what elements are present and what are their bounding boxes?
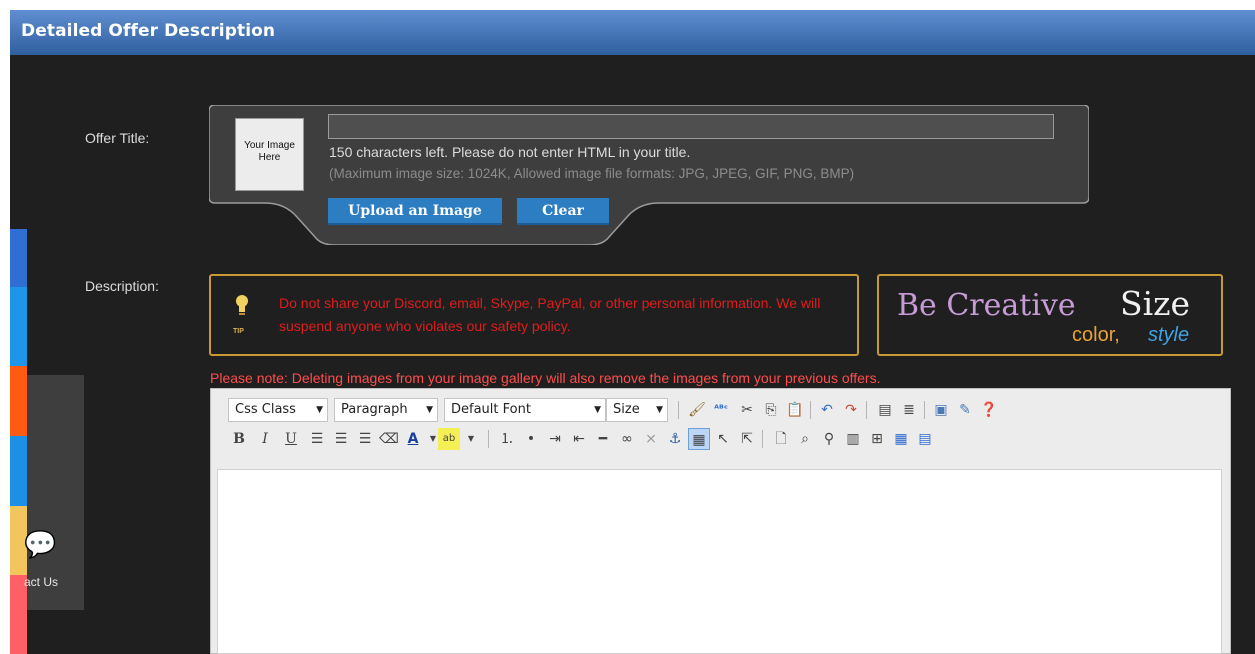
- section-title: Detailed Offer Description: [21, 21, 276, 41]
- align-center-icon[interactable]: ☰: [330, 428, 352, 450]
- indent-icon[interactable]: ⇥: [544, 428, 566, 450]
- be-creative-banner: Be Creative Size color, style: [877, 274, 1223, 356]
- align-right-icon[interactable]: ☰: [354, 428, 376, 450]
- chevron-down-icon: ▼: [656, 405, 663, 415]
- insert-image-icon[interactable]: ▣: [930, 399, 952, 421]
- paragraph-select[interactable]: Paragraph ▼: [334, 398, 438, 422]
- be-creative-text: Be Creative: [897, 288, 1076, 323]
- paste-icon[interactable]: 📋: [784, 399, 806, 421]
- copy-icon[interactable]: ⎘: [760, 399, 782, 421]
- style-text: style: [1148, 324, 1190, 346]
- unlink-icon[interactable]: ⨯: [640, 428, 662, 450]
- pointer-icon[interactable]: ⇱: [736, 428, 758, 450]
- find-replace-icon[interactable]: ⚲: [818, 428, 840, 450]
- preview-icon[interactable]: ⌕: [794, 428, 816, 450]
- left-edge: [0, 10, 10, 654]
- clear-button[interactable]: Clear: [517, 198, 609, 225]
- chevron-down-icon: ▼: [316, 405, 323, 415]
- offer-title-input[interactable]: [328, 114, 1054, 139]
- insert-table-icon[interactable]: ▦: [890, 428, 912, 450]
- unordered-list-icon[interactable]: •: [520, 428, 542, 450]
- css-class-select[interactable]: Css Class ▼: [228, 398, 328, 422]
- bold-icon[interactable]: B: [228, 428, 250, 450]
- chevron-down-icon: ▼: [426, 405, 433, 415]
- sidebar-tab-4[interactable]: [10, 436, 27, 506]
- image-properties-icon[interactable]: ✎: [954, 399, 976, 421]
- color-text: color,: [1072, 324, 1120, 346]
- link-icon[interactable]: ∞: [616, 428, 638, 450]
- anchor-icon[interactable]: ⚓: [664, 428, 686, 450]
- new-document-icon[interactable]: 🗋: [770, 428, 792, 450]
- chevron-down-icon: ▼: [594, 405, 601, 415]
- size-text: Size: [1120, 284, 1191, 323]
- chevron-down-icon[interactable]: ▼: [460, 428, 482, 450]
- cut-icon[interactable]: ✂: [736, 399, 758, 421]
- help-icon[interactable]: ❓: [978, 399, 1000, 421]
- description-label: Description:: [85, 278, 159, 294]
- image-size-note: (Maximum image size: 1024K, Allowed imag…: [329, 166, 855, 181]
- lightbulb-icon: [236, 295, 248, 315]
- font-select[interactable]: Default Font ▼: [444, 398, 606, 422]
- tip-label: TIP: [233, 328, 244, 335]
- redo-icon[interactable]: ↷: [840, 399, 862, 421]
- spellcheck-icon[interactable]: ᴬᴮᶜ: [710, 399, 732, 421]
- toolbar-separator: [488, 430, 489, 448]
- tip-box: TIP Do not share your Discord, email, Sk…: [209, 274, 859, 356]
- font-color-icon[interactable]: A: [402, 428, 424, 450]
- sidebar-tab-2[interactable]: [10, 287, 27, 366]
- section-header: Detailed Offer Description: [10, 10, 1255, 55]
- paste-as-text-icon[interactable]: ≣: [898, 399, 920, 421]
- gallery-warning-text: Please note: Deleting images from your i…: [210, 370, 881, 386]
- highlight-color-icon[interactable]: ab: [438, 428, 460, 450]
- image-placeholder[interactable]: Your Image Here: [235, 118, 304, 191]
- toolbar-separator: [866, 401, 867, 419]
- outdent-icon[interactable]: ⇤: [568, 428, 590, 450]
- show-blocks-icon[interactable]: ⊞: [866, 428, 888, 450]
- offer-title-label: Offer Title:: [85, 130, 150, 146]
- underline-icon[interactable]: U: [280, 428, 302, 450]
- sidebar-tab-1[interactable]: [10, 229, 27, 287]
- table-properties-icon[interactable]: ▤: [914, 428, 936, 450]
- format-painter-icon[interactable]: 🖌: [686, 399, 708, 421]
- chat-icon: 💬: [24, 529, 57, 559]
- horizontal-rule-icon[interactable]: ━: [592, 428, 614, 450]
- eraser-icon[interactable]: ⌫: [378, 428, 400, 450]
- template-icon[interactable]: ▥: [842, 428, 864, 450]
- select-pointer-icon[interactable]: ↖: [712, 428, 734, 450]
- upload-image-button[interactable]: Upload an Image: [328, 198, 502, 225]
- size-select[interactable]: Size ▼: [606, 398, 668, 422]
- editor-content-area[interactable]: [217, 469, 1222, 654]
- table-grid-icon[interactable]: ▦: [688, 428, 710, 450]
- italic-icon[interactable]: I: [254, 428, 276, 450]
- sidebar-tab-3[interactable]: [10, 366, 27, 436]
- toolbar-separator: [678, 401, 679, 419]
- contact-us-label[interactable]: act Us: [24, 575, 58, 589]
- characters-left-text: 150 characters left. Please do not enter…: [329, 144, 691, 160]
- toolbar-separator: [924, 401, 925, 419]
- top-strip: [0, 0, 1255, 10]
- toolbar-separator: [762, 430, 763, 448]
- align-left-icon[interactable]: ☰: [306, 428, 328, 450]
- paste-from-word-icon[interactable]: ▤: [874, 399, 896, 421]
- toolbar-separator: [810, 401, 811, 419]
- ordered-list-icon[interactable]: ⒈: [496, 428, 518, 450]
- safety-tip-text: Do not share your Discord, email, Skype,…: [279, 295, 821, 334]
- undo-icon[interactable]: ↶: [816, 399, 838, 421]
